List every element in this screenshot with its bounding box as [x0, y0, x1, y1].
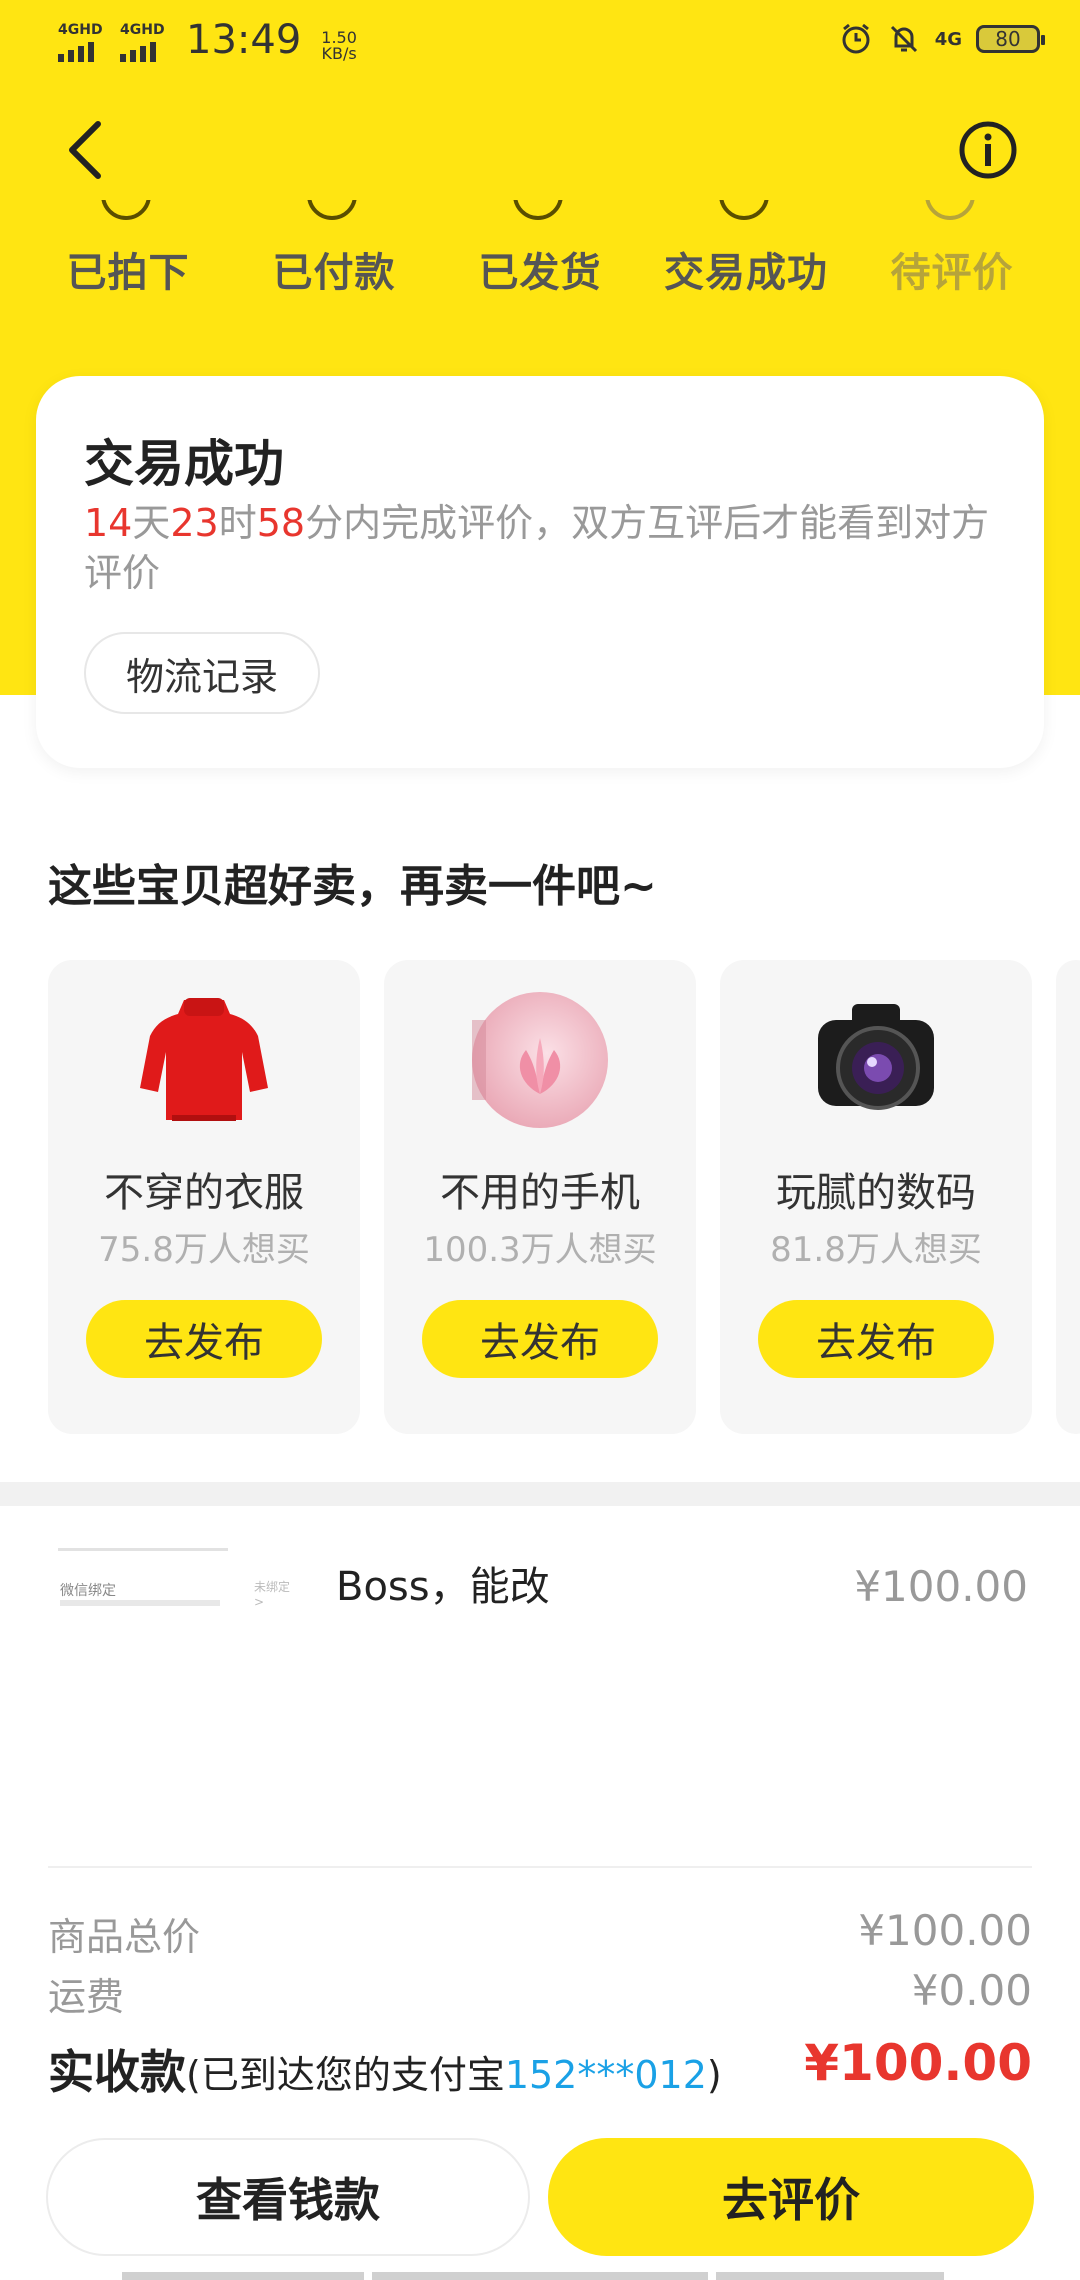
publish-button[interactable]: 去发布 [86, 1300, 322, 1378]
battery-level: 80 [995, 27, 1021, 51]
network-type: 4G [934, 28, 962, 50]
step-marker-icon [305, 200, 363, 230]
clock: 13:49 [186, 17, 302, 63]
countdown-hours-unit: 时 [218, 501, 257, 545]
order-progress: 已拍下 已付款 已发货 交易成功 待评价 [0, 200, 1080, 300]
suggestion-count: 75.8万人想买 [98, 1230, 310, 1270]
step-label: 已发货 [478, 250, 602, 296]
item-thumbnail[interactable]: 微信绑定 未绑定 > [58, 1548, 298, 1618]
status-bar: 4GHD 4GHD 13:49 1.50 KB/s 4G 80 [0, 0, 1080, 80]
suggestion-card-digital[interactable]: 玩腻的数码 81.8万人想买 去发布 [720, 960, 1032, 1434]
signal-icon: 4GHD [120, 22, 168, 62]
signal-icon: 4GHD [58, 22, 106, 62]
mute-bell-icon [890, 25, 917, 53]
signal-label: 4GHD [58, 22, 103, 38]
back-arrow-icon[interactable] [62, 118, 112, 182]
step-label: 交易成功 [664, 250, 828, 296]
net-speed-unit: KB/s [321, 44, 357, 63]
suggestion-title: 这些宝贝超好卖，再卖一件吧~ [48, 861, 657, 912]
net-note-suffix: ) [706, 2053, 722, 2097]
info-icon[interactable] [958, 120, 1018, 180]
order-status-card: 交易成功 14天23时58分内完成评价，双方互评后才能看到对方评价 物流记录 [36, 376, 1044, 768]
step-label: 已付款 [272, 250, 396, 296]
thumbnail-status: 未绑定 > [254, 1580, 291, 1609]
suggestion-count: 100.3万人想买 [423, 1230, 657, 1270]
review-countdown: 14天23时58分内完成评价，双方互评后才能看到对方评价 [84, 498, 1004, 598]
suggestion-card-next[interactable] [1056, 960, 1080, 1434]
logistics-button[interactable]: 物流记录 [84, 632, 320, 714]
subtotal-value: ¥100.00 [858, 1906, 1032, 1955]
battery-icon: 80 [976, 25, 1045, 53]
suggestion-card-clothes[interactable]: 不穿的衣服 75.8万人想买 去发布 [48, 960, 360, 1434]
publish-button[interactable]: 去发布 [758, 1300, 994, 1378]
subtotal-row: 商品总价 ¥100.00 [48, 1906, 1032, 1962]
step-marker-icon [717, 200, 775, 230]
nav-bar-segment [122, 2272, 364, 2280]
countdown-hours: 23 [170, 501, 219, 545]
nav-bar-segment [372, 2272, 708, 2280]
net-speed: 1.50 KB/s [321, 30, 357, 62]
alipay-account: 152***012 [504, 2053, 707, 2097]
pink-lotus-phone-image [472, 992, 608, 1128]
suggestion-count: 81.8万人想买 [770, 1230, 982, 1270]
shipping-value: ¥0.00 [911, 1966, 1032, 2015]
countdown-minutes-unit: 分 [305, 501, 344, 545]
step-marker-icon [511, 200, 569, 230]
countdown-days-unit: 天 [132, 501, 171, 545]
section-divider [0, 1482, 1080, 1506]
step-label: 待评价 [890, 250, 1014, 296]
publish-button[interactable]: 去发布 [422, 1300, 658, 1378]
suggestion-name: 不穿的衣服 [104, 1170, 304, 1216]
thumbnail-label: 微信绑定 [60, 1583, 116, 1599]
countdown-minutes: 58 [256, 501, 306, 545]
alarm-icon [842, 23, 870, 54]
view-payment-button[interactable]: 查看钱款 [46, 2138, 530, 2256]
step-marker-icon [923, 200, 981, 230]
countdown-days: 14 [84, 501, 133, 545]
step-label: 已拍下 [66, 250, 190, 296]
suggestion-name: 玩腻的数码 [776, 1170, 976, 1216]
nav-bar-segment [716, 2272, 944, 2280]
review-button[interactable]: 去评价 [548, 2138, 1034, 2256]
net-received-value: ¥100.00 [804, 2034, 1032, 2092]
red-sweater-image [140, 998, 268, 1121]
signal-label: 4GHD [120, 22, 165, 38]
item-divider [48, 1866, 1032, 1868]
suggestion-name: 不用的手机 [440, 1170, 640, 1216]
shipping-label: 运费 [48, 1975, 125, 2019]
net-note-prefix: (已到达您的支付宝 [186, 2053, 505, 2097]
net-note: (已到达您的支付宝152***012) [186, 2053, 722, 2097]
step-marker-icon [99, 200, 157, 230]
net-label-text: 实收款 [48, 2045, 186, 2099]
item-price: ¥100.00 [854, 1562, 1028, 1611]
camera-image [818, 1004, 934, 1110]
suggestion-card-phone[interactable]: 不用的手机 100.3万人想买 去发布 [384, 960, 696, 1434]
shipping-row: 运费 ¥0.00 [48, 1966, 1032, 2022]
status-title: 交易成功 [84, 435, 284, 493]
item-title[interactable]: Boss，能改 [336, 1554, 550, 1612]
subtotal-label: 商品总价 [48, 1915, 201, 1959]
net-received-label: 实收款(已到达您的支付宝152***012) [48, 2036, 722, 2102]
net-received-row: 实收款(已到达您的支付宝152***012) ¥100.00 [48, 2034, 1032, 2099]
